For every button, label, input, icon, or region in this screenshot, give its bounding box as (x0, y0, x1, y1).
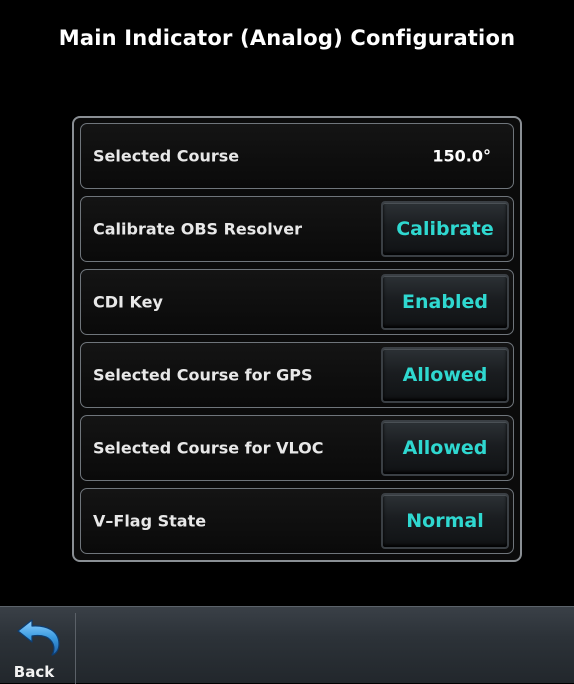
back-arrow-icon (17, 619, 60, 656)
back-label: Back (13, 663, 55, 681)
row-selected-course[interactable]: Selected Course 150.0° (80, 123, 514, 189)
page-title: Main Indicator (Analog) Configuration (58, 26, 516, 50)
v-flag-button[interactable]: Normal (381, 493, 509, 549)
course-gps-label: Selected Course for GPS (93, 365, 313, 385)
row-v-flag: V–Flag State Normal (80, 488, 514, 554)
calibrate-button[interactable]: Calibrate (381, 201, 509, 257)
row-cdi-key: CDI Key Enabled (80, 269, 514, 335)
selected-course-label: Selected Course (93, 146, 240, 166)
cdi-key-label: CDI Key (93, 292, 163, 312)
v-flag-label: V–Flag State (93, 511, 207, 531)
row-course-gps: Selected Course for GPS Allowed (80, 342, 514, 408)
course-vloc-label: Selected Course for VLOC (93, 438, 324, 458)
course-gps-button[interactable]: Allowed (381, 347, 509, 403)
bottom-bar: Back (0, 606, 574, 684)
screen: Main Indicator (Analog) Configuration Se… (0, 0, 574, 684)
back-button[interactable]: Back (4, 613, 76, 684)
row-course-vloc: Selected Course for VLOC Allowed (80, 415, 514, 481)
course-vloc-button[interactable]: Allowed (381, 420, 509, 476)
cdi-key-button[interactable]: Enabled (381, 274, 509, 330)
calibrate-obs-label: Calibrate OBS Resolver (93, 219, 302, 239)
row-calibrate-obs: Calibrate OBS Resolver Calibrate (80, 196, 514, 262)
settings-panel: Selected Course 150.0° Calibrate OBS Res… (72, 116, 522, 562)
selected-course-value: 150.0° (432, 146, 491, 166)
